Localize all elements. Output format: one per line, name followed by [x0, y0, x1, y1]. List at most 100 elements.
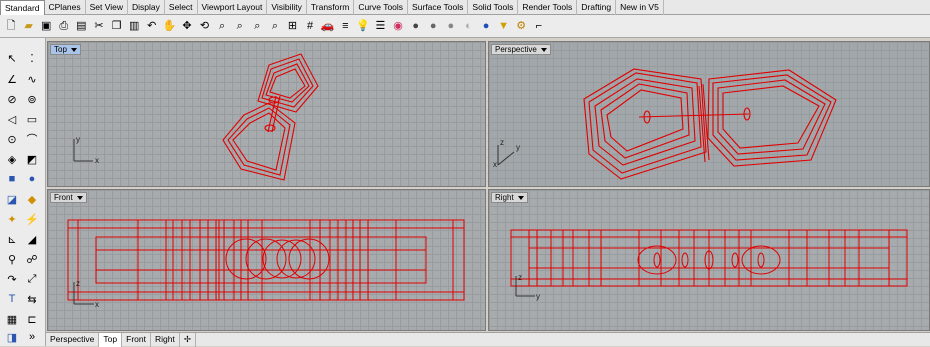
paste-icon[interactable]: ▥: [126, 18, 142, 34]
text-icon[interactable]: ◢: [23, 230, 41, 248]
grid-icon[interactable]: #: [302, 18, 318, 34]
viewport-top[interactable]: Top y x: [47, 41, 486, 187]
copy-icon[interactable]: ❐: [109, 18, 125, 34]
perspective-view-drawing: x y z: [493, 68, 837, 180]
blue-sphere-icon[interactable]: ●: [478, 18, 494, 34]
axis-z-label: z: [500, 138, 504, 147]
select-arrow-icon[interactable]: ↖: [3, 49, 21, 67]
right-view-drawing: z y: [510, 229, 908, 301]
open-icon[interactable]: ▰: [21, 18, 37, 34]
ribbon-tab-viewport-layout[interactable]: Viewport Layout: [198, 0, 268, 15]
scale-object-icon[interactable]: ⤢: [23, 270, 41, 288]
ellipse-icon[interactable]: ⊚: [23, 90, 41, 108]
front-view-drawing: z x: [67, 219, 465, 309]
pan-hand-icon[interactable]: ✋: [161, 18, 177, 34]
zoom-extents-icon[interactable]: ⌕: [249, 18, 265, 34]
axis-y-label: y: [536, 292, 540, 301]
rotate-object-icon[interactable]: ↷: [3, 270, 21, 288]
save-icon[interactable]: ▣: [38, 18, 54, 34]
properties-icon[interactable]: ☰: [372, 18, 388, 34]
viewport-perspective[interactable]: Perspective x y z: [488, 41, 930, 187]
copy-object-icon[interactable]: ☍: [23, 250, 41, 268]
zoom-window-icon[interactable]: ⌕: [214, 18, 230, 34]
layers-icon[interactable]: ≡: [337, 18, 353, 34]
new-icon[interactable]: 🗋: [3, 18, 19, 34]
rectangle-icon[interactable]: ▭: [23, 110, 41, 128]
text-object-icon[interactable]: T: [3, 290, 21, 308]
solid-box-icon[interactable]: ■: [3, 170, 21, 188]
viewport-tab-bar: Perspective Top Front Right ✢: [46, 332, 930, 347]
ribbon-tab-transform[interactable]: Transform: [307, 0, 355, 15]
import-icon[interactable]: ▤: [73, 18, 89, 34]
ribbon-tab-new-in-v5[interactable]: New in V5: [616, 0, 664, 15]
boolean-icon[interactable]: ◆: [23, 190, 41, 208]
top-view-drawing: y x: [73, 53, 319, 181]
settings-gear-icon[interactable]: ⚙: [513, 18, 529, 34]
point-icon[interactable]: ⁚: [23, 49, 41, 67]
ribbon-tab-set-view[interactable]: Set View: [86, 0, 129, 15]
free-form-icon[interactable]: ⌒: [23, 130, 41, 148]
surface-icon[interactable]: ◈: [3, 150, 21, 168]
axis-z-label: z: [518, 273, 522, 282]
trim-icon[interactable]: ⚡: [23, 210, 41, 228]
move-icon[interactable]: ✥: [179, 18, 195, 34]
undo-icon[interactable]: ↶: [144, 18, 160, 34]
analyze-icon[interactable]: ◨: [3, 328, 21, 346]
render-icon[interactable]: ▼: [496, 18, 512, 34]
zoom-dynamic-icon[interactable]: ⌕: [232, 18, 248, 34]
group-icon[interactable]: ⊏: [23, 310, 41, 328]
axis-z-label: z: [76, 279, 80, 288]
left-tool-palette: ↖ ⁚ ∠ ∿ ⊘ ⊚ ◁ ▭ ⊙ ⌒ ◈ ◩ ■ ● ◪ ◆ ✦ ⚡ ⊾ ◢ …: [0, 38, 46, 346]
more-tools-icon[interactable]: »: [23, 328, 41, 346]
render-sphere-icon[interactable]: ●: [425, 18, 441, 34]
polygon-icon[interactable]: ⊙: [3, 130, 21, 148]
viewport-tab-right[interactable]: Right: [151, 333, 180, 347]
axis-y-label: y: [76, 135, 80, 144]
mirror-icon[interactable]: ⇆: [23, 290, 41, 308]
ribbon-tab-solid-tools[interactable]: Solid Tools: [468, 0, 519, 15]
dimension-icon[interactable]: ⊾: [3, 230, 21, 248]
gray-sphere-icon[interactable]: ●: [443, 18, 459, 34]
ribbon-tab-cplanes[interactable]: CPlanes: [45, 0, 86, 15]
rotate-view-icon[interactable]: ⟲: [197, 18, 213, 34]
axis-x-label: x: [493, 160, 497, 169]
print-icon[interactable]: ⎙: [56, 18, 72, 34]
ribbon-tab-bar: Standard CPlanes Set View Display Select…: [0, 0, 930, 15]
main-toolbar: 🗋 ▰ ▣ ⎙ ▤ ✂ ❐ ▥ ↶ ✋ ✥ ⟲ ⌕ ⌕ ⌕ ⌕ ⊞ # 🚗 ≡ …: [0, 15, 930, 38]
viewport-tab-front[interactable]: Front: [122, 333, 151, 347]
ribbon-tab-display[interactable]: Display: [128, 0, 165, 15]
cut-icon[interactable]: ✂: [91, 18, 107, 34]
curve-icon[interactable]: ∿: [23, 70, 41, 88]
ribbon-tab-visibility[interactable]: Visibility: [267, 0, 307, 15]
ghost-sphere-icon[interactable]: ◐: [460, 18, 476, 34]
options-icon[interactable]: ⌐: [531, 18, 547, 34]
axis-y-label: y: [516, 143, 520, 152]
light-bulb-icon[interactable]: 💡: [355, 18, 371, 34]
add-viewport-tab-icon[interactable]: ✢: [180, 333, 196, 347]
axis-x-label: x: [95, 300, 99, 309]
color-wheel-icon[interactable]: ◉: [390, 18, 406, 34]
shaded-sphere-icon[interactable]: ●: [408, 18, 424, 34]
ribbon-tab-surface-tools[interactable]: Surface Tools: [408, 0, 469, 15]
extrude-curve-icon[interactable]: ◩: [23, 150, 41, 168]
viewport-tab-perspective[interactable]: Perspective: [46, 333, 100, 347]
ribbon-tab-render-tools[interactable]: Render Tools: [518, 0, 578, 15]
viewport-front[interactable]: Front z x: [47, 189, 486, 331]
arc-icon[interactable]: ◁: [3, 110, 21, 128]
car-icon[interactable]: 🚗: [320, 18, 336, 34]
viewport-tab-top[interactable]: Top: [99, 333, 123, 347]
mesh-icon[interactable]: ◪: [3, 190, 21, 208]
zoom-selected-icon[interactable]: ⌕: [267, 18, 283, 34]
ribbon-tab-standard[interactable]: Standard: [0, 0, 45, 15]
ribbon-tab-drafting[interactable]: Drafting: [577, 0, 617, 15]
block-icon[interactable]: ▦: [3, 310, 21, 328]
circle-icon[interactable]: ⊘: [3, 90, 21, 108]
ribbon-tab-curve-tools[interactable]: Curve Tools: [354, 0, 409, 15]
solid-sphere-icon[interactable]: ●: [23, 170, 41, 188]
fillet-icon[interactable]: ✦: [3, 210, 21, 228]
viewport-right[interactable]: Right z y: [488, 189, 930, 331]
move-object-icon[interactable]: ⚲: [3, 250, 21, 268]
polyline-icon[interactable]: ∠: [3, 70, 21, 88]
ribbon-tab-select[interactable]: Select: [165, 0, 198, 15]
four-viewports-icon[interactable]: ⊞: [285, 18, 301, 34]
